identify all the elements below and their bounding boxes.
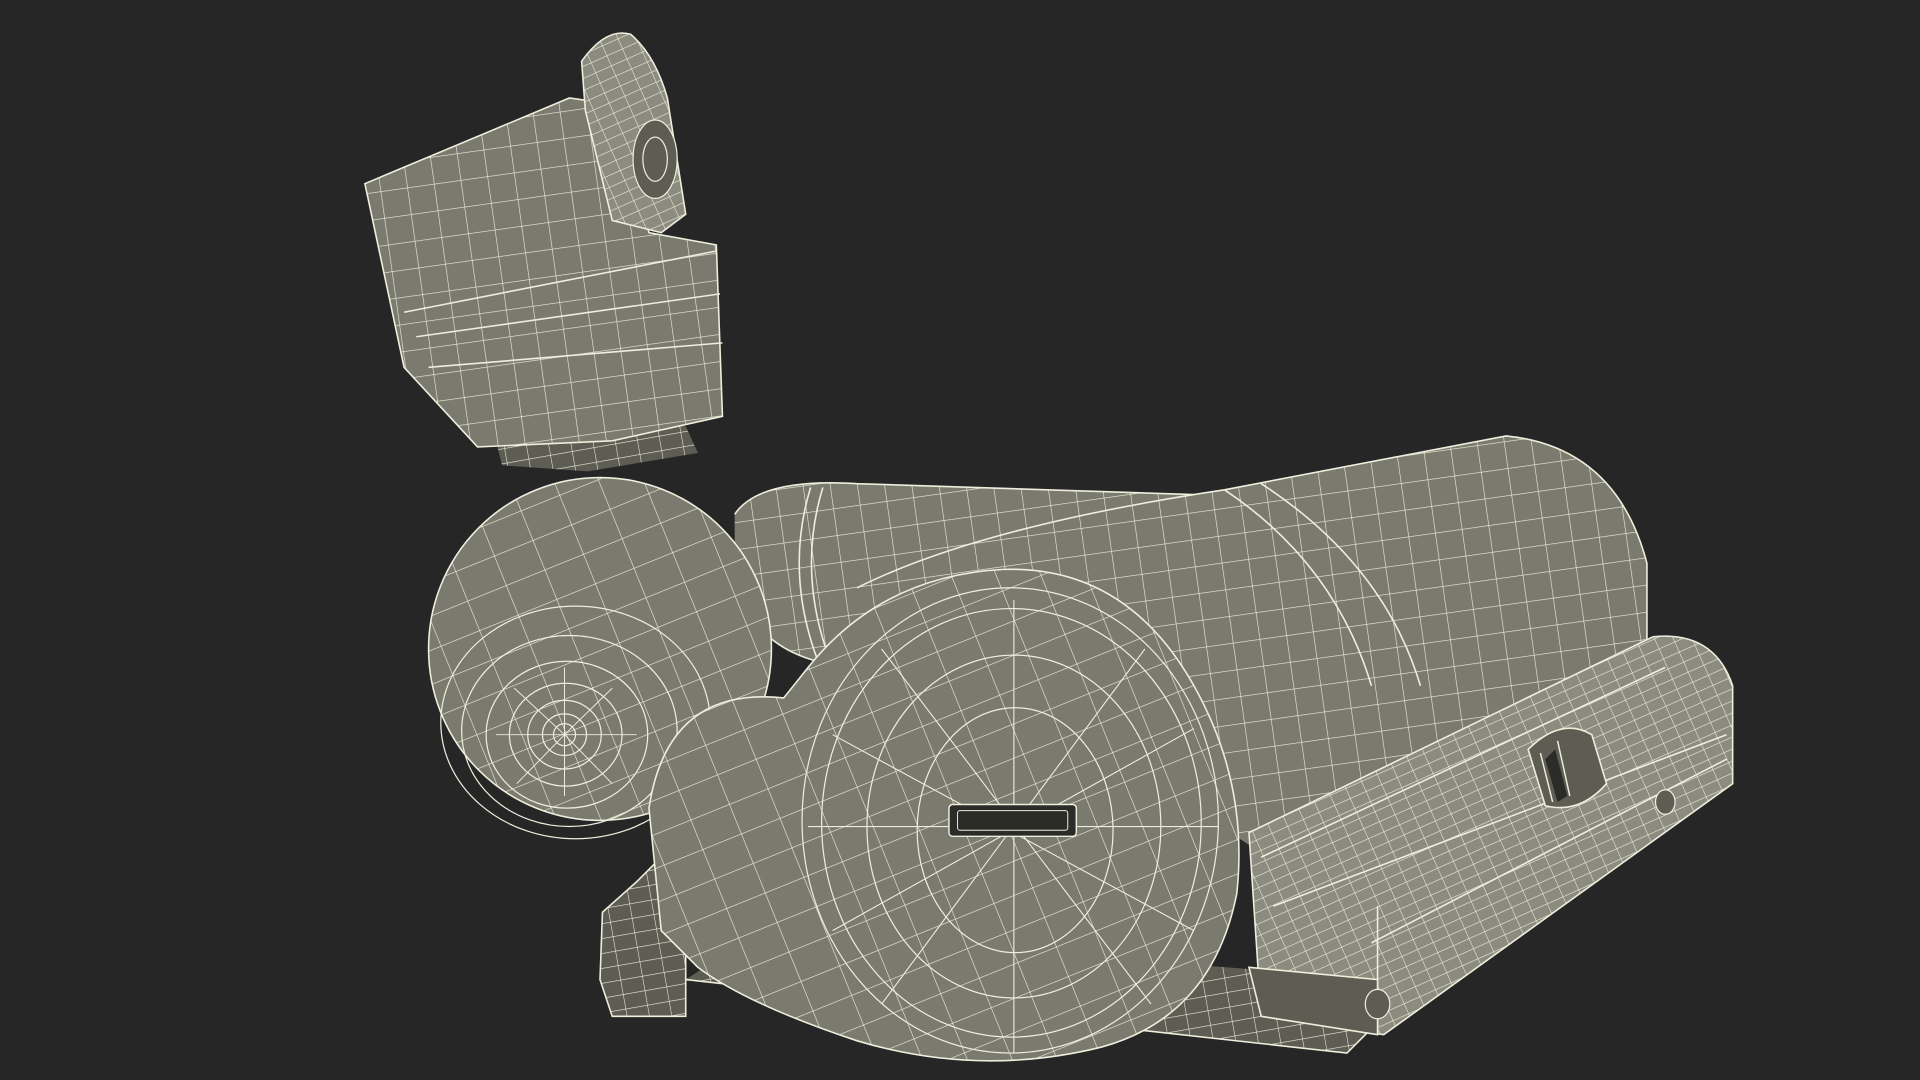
wireframe-model-render <box>0 0 1920 1080</box>
front-slot <box>948 804 1077 837</box>
render-viewport <box>0 0 1920 1080</box>
